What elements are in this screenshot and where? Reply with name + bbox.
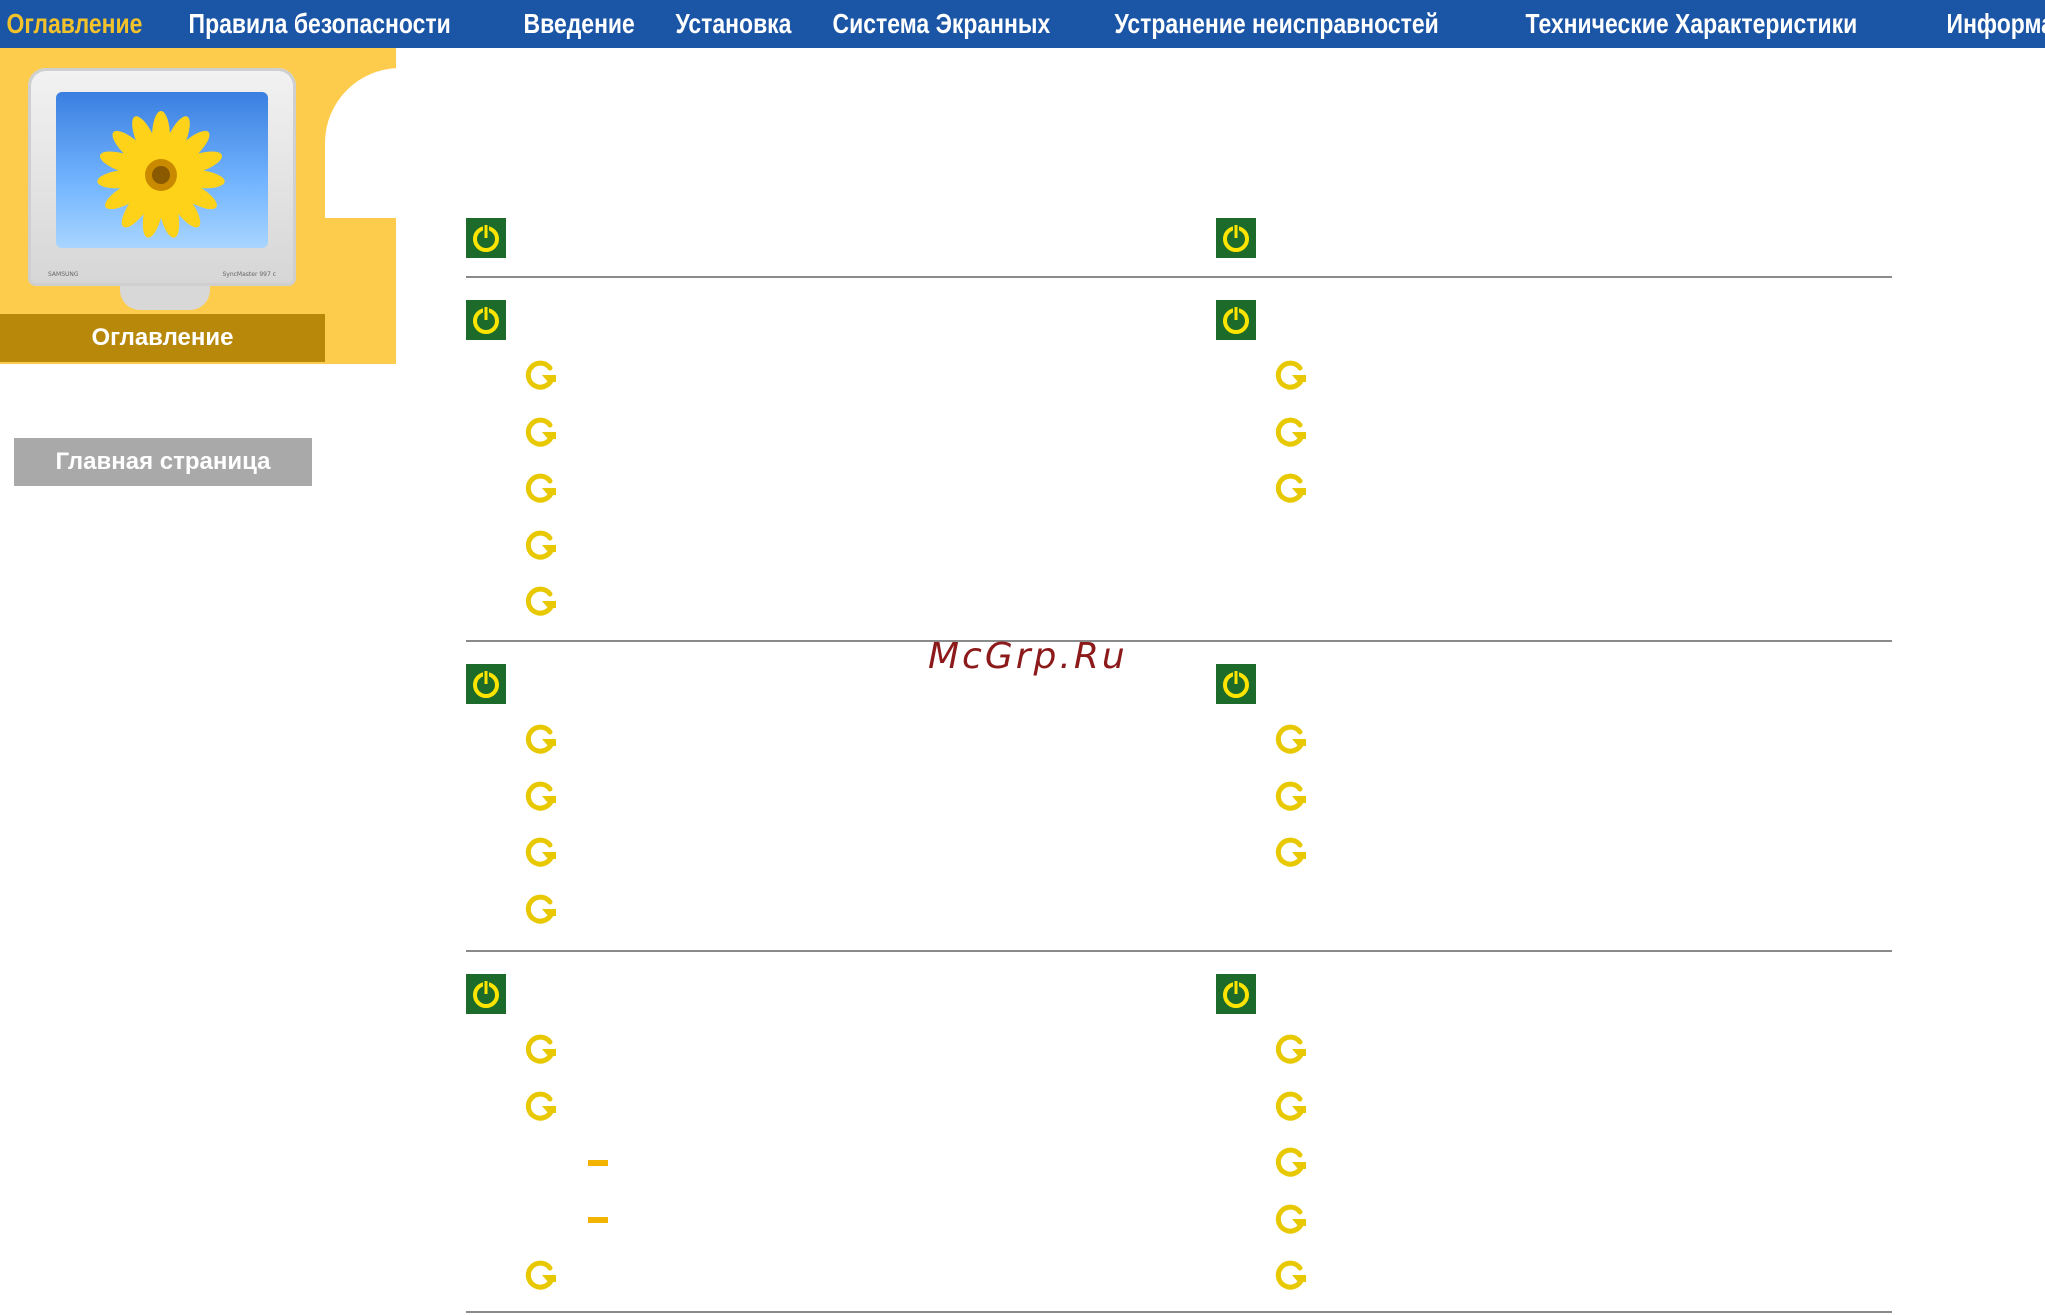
section-divider (466, 950, 1892, 952)
dash-icon (588, 1160, 608, 1166)
nav-item-specifications[interactable]: Технические Характеристики (1519, 8, 1864, 40)
power-icon[interactable] (466, 974, 506, 1014)
refresh-arrow-icon[interactable] (522, 835, 558, 871)
refresh-arrow-icon[interactable] (522, 1258, 558, 1294)
power-icon[interactable] (1216, 974, 1256, 1014)
nav-item-setup[interactable]: Установка (669, 8, 798, 40)
refresh-arrow-icon[interactable] (522, 415, 558, 451)
power-icon[interactable] (466, 300, 506, 340)
nav-item-information[interactable]: Информации (1940, 8, 2045, 40)
refresh-arrow-icon[interactable] (522, 1032, 558, 1068)
monitor-stand (120, 286, 210, 310)
nav-item-contents[interactable]: Оглавление (0, 8, 149, 40)
nav-item-safety[interactable]: Правила безопасности (182, 8, 457, 40)
refresh-arrow-icon[interactable] (1272, 1258, 1308, 1294)
dash-icon (588, 1216, 608, 1223)
refresh-arrow-icon[interactable] (1272, 1032, 1308, 1068)
refresh-arrow-icon[interactable] (1272, 1089, 1308, 1125)
refresh-arrow-icon[interactable] (1272, 471, 1308, 507)
refresh-arrow-icon[interactable] (522, 471, 558, 507)
monitor-image: SAMSUNG SyncMaster 997 c (28, 68, 296, 286)
refresh-arrow-icon[interactable] (522, 584, 558, 620)
refresh-arrow-icon[interactable] (1272, 358, 1308, 394)
refresh-arrow-icon[interactable] (1272, 415, 1308, 451)
monitor-screen (56, 92, 268, 248)
watermark-text: McGrp.Ru (928, 636, 1128, 677)
power-icon[interactable] (1216, 300, 1256, 340)
refresh-arrow-icon[interactable] (522, 892, 558, 928)
home-page-button[interactable]: Главная страница (14, 438, 312, 486)
refresh-arrow-icon[interactable] (522, 779, 558, 815)
top-nav-bar: Оглавление Правила безопасности Введение… (0, 0, 2045, 48)
monitor-model-label: SyncMaster 997 c (222, 271, 276, 278)
sidebar-section-title: Оглавление (0, 314, 325, 362)
refresh-arrow-icon[interactable] (1272, 779, 1308, 815)
nav-item-introduction[interactable]: Введение (517, 8, 641, 40)
refresh-arrow-icon[interactable] (1272, 722, 1308, 758)
monitor-brand-label: SAMSUNG (48, 271, 79, 278)
nav-item-troubleshooting[interactable]: Устранение неисправностей (1108, 8, 1445, 40)
refresh-arrow-icon[interactable] (522, 528, 558, 564)
power-icon[interactable] (1216, 218, 1256, 258)
refresh-arrow-icon[interactable] (1272, 1145, 1308, 1181)
refresh-arrow-icon[interactable] (522, 722, 558, 758)
refresh-arrow-icon[interactable] (1272, 1202, 1308, 1238)
refresh-arrow-icon[interactable] (1272, 835, 1308, 871)
refresh-arrow-icon[interactable] (522, 1089, 558, 1125)
section-divider (466, 640, 1892, 642)
power-icon[interactable] (466, 218, 506, 258)
refresh-arrow-icon[interactable] (522, 358, 558, 394)
power-icon[interactable] (466, 664, 506, 704)
nav-item-osd[interactable]: Система Экранных (826, 8, 1057, 40)
section-divider (466, 276, 1892, 278)
section-divider (466, 1311, 1892, 1313)
flower-image (97, 111, 225, 238)
power-icon[interactable] (1216, 664, 1256, 704)
sidebar-corner-curve (325, 68, 475, 218)
